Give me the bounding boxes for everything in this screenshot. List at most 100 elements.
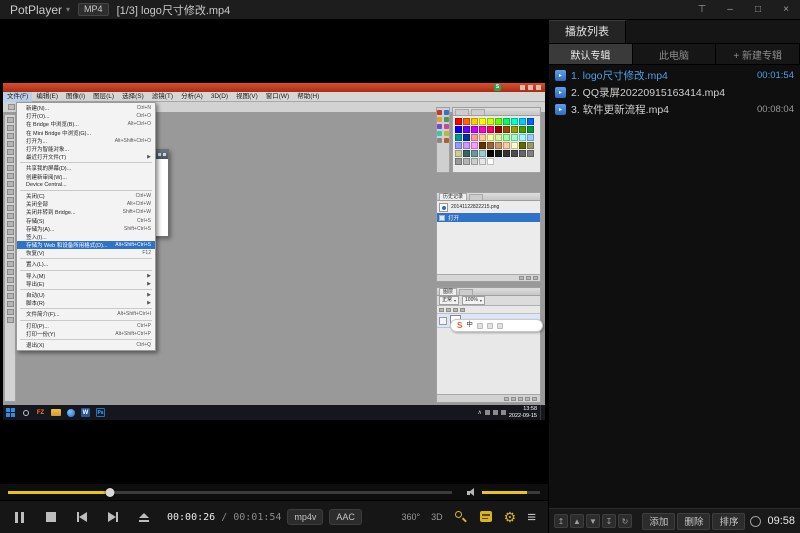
reorder-button[interactable]: ↥ bbox=[554, 514, 568, 528]
video-area[interactable]: S 文件(F)编辑(E)图像(I)图层(L)选择(S)滤镜(T)分析(A)3D(… bbox=[0, 20, 548, 484]
menu-item-shortcut: F12 bbox=[136, 250, 151, 256]
menu-item-label: 新建(N)... bbox=[26, 104, 49, 112]
stop-button[interactable] bbox=[35, 501, 66, 533]
file-menu-item: 打印(P)...Ctrl+P bbox=[17, 322, 155, 330]
reorder-button[interactable]: ↧ bbox=[602, 514, 616, 528]
add-button[interactable]: 添加 bbox=[642, 513, 675, 530]
windows-taskbar: FZWPs ∧ 13:58 2022-09-15 bbox=[3, 405, 545, 420]
next-button[interactable] bbox=[97, 501, 128, 533]
file-menu-item: 存储为 Web 和设备所用格式(D)...Alt+Shift+Ctrl+S bbox=[17, 241, 155, 249]
vr-360-button[interactable]: 360° bbox=[402, 512, 421, 522]
playlist-item[interactable]: ▸1. logo尺寸修改.mp400:01:54 bbox=[549, 67, 800, 84]
file-menu-item: 在 Bridge 中浏览(B)...Alt+Ctrl+O bbox=[17, 120, 155, 128]
color-swatch bbox=[471, 158, 478, 165]
maximize-button[interactable]: □ bbox=[744, 0, 772, 20]
photoshop-menubar: 文件(F)编辑(E)图像(I)图层(L)选择(S)滤镜(T)分析(A)3D(D)… bbox=[3, 92, 545, 102]
ps-menu-item: 图像(I) bbox=[62, 92, 89, 102]
pause-button[interactable] bbox=[4, 501, 35, 533]
scene-search-icon[interactable] bbox=[454, 510, 468, 524]
tool-icon bbox=[7, 261, 14, 267]
tool-icon bbox=[7, 157, 14, 163]
menu-item-label: 创建新审阅(W)... bbox=[26, 173, 67, 181]
ps-menu-item: 编辑(E) bbox=[32, 92, 62, 102]
sort-button[interactable]: 排序 bbox=[712, 513, 745, 530]
ps-menu-item: 3D(D) bbox=[207, 92, 232, 102]
menu-separator bbox=[20, 270, 152, 271]
album-tab[interactable]: + 新建专辑 bbox=[716, 44, 800, 64]
photoshop-file-menu: 新建(N)...Ctrl+N打开(O)...Ctrl+O在 Bridge 中浏览… bbox=[16, 102, 156, 351]
seek-bar[interactable] bbox=[8, 491, 452, 494]
tool-icon bbox=[7, 205, 14, 211]
settings-gear-icon[interactable]: ⚙ bbox=[504, 510, 517, 524]
menu-separator bbox=[20, 308, 152, 309]
history-panel: 历史记录 20141122822215.png 打开 bbox=[436, 192, 541, 282]
color-swatch bbox=[463, 150, 470, 157]
playlist-item[interactable]: ▸3. 软件更新流程.mp400:08:04 bbox=[549, 101, 800, 118]
tool-icon bbox=[7, 237, 14, 243]
menu-item-shortcut: ▶ bbox=[141, 273, 151, 279]
album-tab[interactable]: 此电脑 bbox=[633, 44, 717, 64]
volume-slider[interactable] bbox=[482, 491, 540, 494]
tool-icon bbox=[7, 173, 14, 179]
playlist-item-label: 3. 软件更新流程.mp4 bbox=[571, 102, 669, 117]
right-controls: 360° 3D ⚙ ≡ bbox=[402, 510, 548, 525]
taskbar-icons: FZWPs bbox=[3, 405, 108, 420]
show-desktop-button bbox=[540, 405, 543, 420]
reorder-button[interactable]: ▼ bbox=[586, 514, 600, 528]
menu-item-label: 关闭(C) bbox=[26, 192, 45, 200]
player-column: S 文件(F)编辑(E)图像(I)图层(L)选择(S)滤镜(T)分析(A)3D(… bbox=[0, 20, 548, 533]
panel-icon bbox=[444, 117, 449, 122]
color-swatch bbox=[495, 118, 502, 125]
color-swatch bbox=[463, 158, 470, 165]
volume-icon[interactable] bbox=[467, 488, 477, 497]
potplayer-window: PotPlayer ▾ MP4 [1/3] logo尺寸修改.mp4 ⊤ – □… bbox=[0, 0, 800, 533]
menu-item-label: 打印(P)... bbox=[26, 322, 49, 330]
menu-item-shortcut: Ctrl+O bbox=[130, 113, 151, 119]
tool-icon bbox=[7, 213, 14, 219]
volume-level bbox=[482, 491, 527, 494]
layers-panel: 图层 正常 ▾ 100% ▾ bbox=[436, 287, 541, 403]
delete-button[interactable]: 删除 bbox=[677, 513, 710, 530]
snapshot-thumbnail bbox=[439, 203, 448, 212]
color-swatch bbox=[503, 134, 510, 141]
3d-button[interactable]: 3D bbox=[431, 512, 443, 522]
playlist-item[interactable]: ▸2. QQ录屏20220915163414.mp4 bbox=[549, 84, 800, 101]
menu-separator bbox=[20, 258, 152, 259]
file-menu-item: 存储为(A)...Shift+Ctrl+S bbox=[17, 225, 155, 233]
pin-icon[interactable]: ⊤ bbox=[688, 0, 716, 20]
file-menu-item: 打开(O)...Ctrl+O bbox=[17, 112, 155, 120]
color-swatch bbox=[495, 150, 502, 157]
panel-header: 历史记录 bbox=[437, 193, 540, 201]
file-menu-item: 打开为...Alt+Shift+Ctrl+O bbox=[17, 137, 155, 145]
file-menu-item: 退出(X)Ctrl+Q bbox=[17, 341, 155, 349]
color-swatch bbox=[511, 126, 518, 133]
menu-item-label: Device Central... bbox=[26, 182, 67, 188]
open-file-button[interactable] bbox=[128, 501, 159, 533]
panel-icon bbox=[444, 131, 449, 136]
subtitle-icon[interactable] bbox=[479, 510, 493, 524]
video-codec-badge[interactable]: mp4v bbox=[287, 509, 323, 525]
reorder-button[interactable]: ↻ bbox=[618, 514, 632, 528]
panel-icon bbox=[437, 131, 442, 136]
color-swatch bbox=[471, 118, 478, 125]
ps-menu-item: 图层(L) bbox=[89, 92, 118, 102]
reorder-button[interactable]: ▲ bbox=[570, 514, 584, 528]
tool-icon bbox=[7, 189, 14, 195]
playlist-items: ▸1. logo尺寸修改.mp400:01:54▸2. QQ录屏20220915… bbox=[549, 65, 800, 508]
menu-item-label: 导入(M) bbox=[26, 272, 45, 280]
playlist-tab[interactable]: 播放列表 bbox=[549, 20, 626, 43]
seek-knob[interactable] bbox=[106, 488, 115, 497]
album-tab[interactable]: 默认专辑 bbox=[549, 44, 633, 64]
history-step-label: 打开 bbox=[448, 214, 459, 222]
menu-item-shortcut: Alt+Shift+Ctrl+P bbox=[109, 331, 151, 337]
repeat-icon[interactable] bbox=[750, 516, 761, 527]
playlist-toggle-icon[interactable]: ≡ bbox=[527, 510, 536, 525]
color-swatch bbox=[511, 150, 518, 157]
audio-codec-badge[interactable]: AAC bbox=[329, 509, 362, 525]
app-menu-button[interactable]: PotPlayer ▾ bbox=[10, 3, 70, 17]
history-step-icon bbox=[439, 215, 445, 221]
file-menu-item: 创建新审阅(W)... bbox=[17, 173, 155, 181]
previous-button[interactable] bbox=[66, 501, 97, 533]
minimize-button[interactable]: – bbox=[716, 0, 744, 20]
close-button[interactable]: × bbox=[772, 0, 800, 20]
